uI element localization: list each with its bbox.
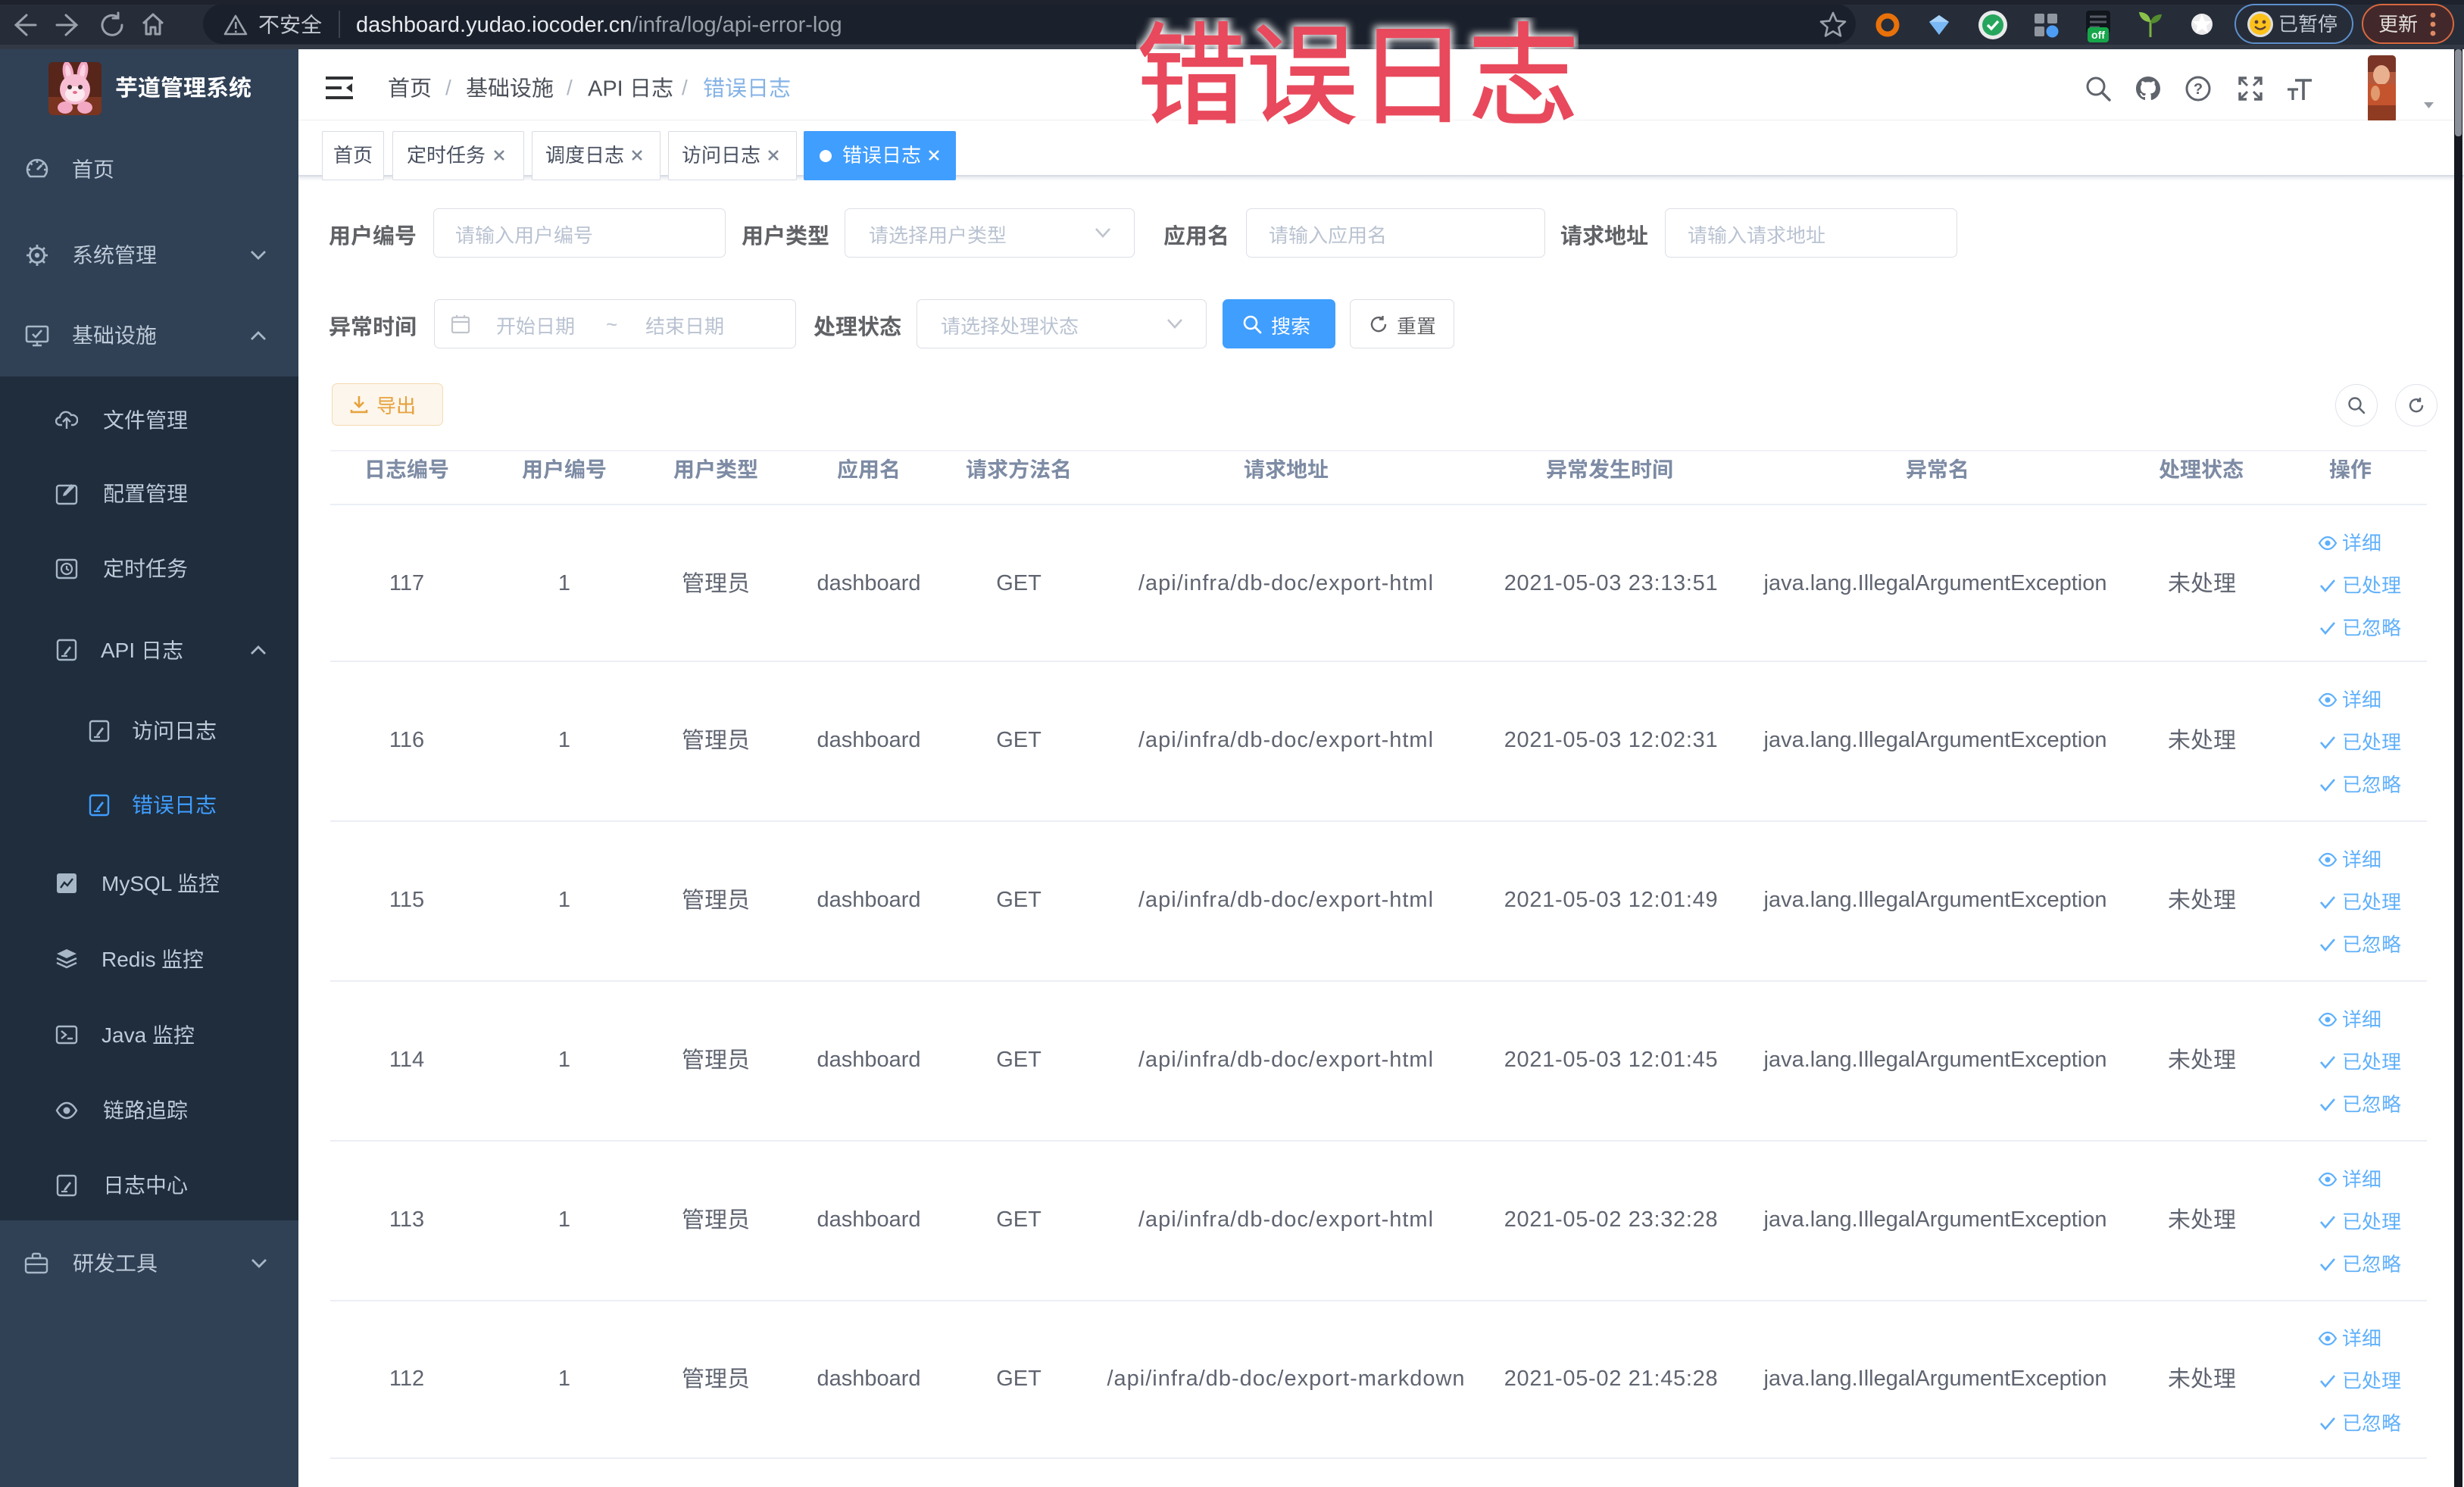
svg-text:off: off	[2091, 29, 2105, 41]
svg-text:?: ?	[2194, 81, 2203, 98]
